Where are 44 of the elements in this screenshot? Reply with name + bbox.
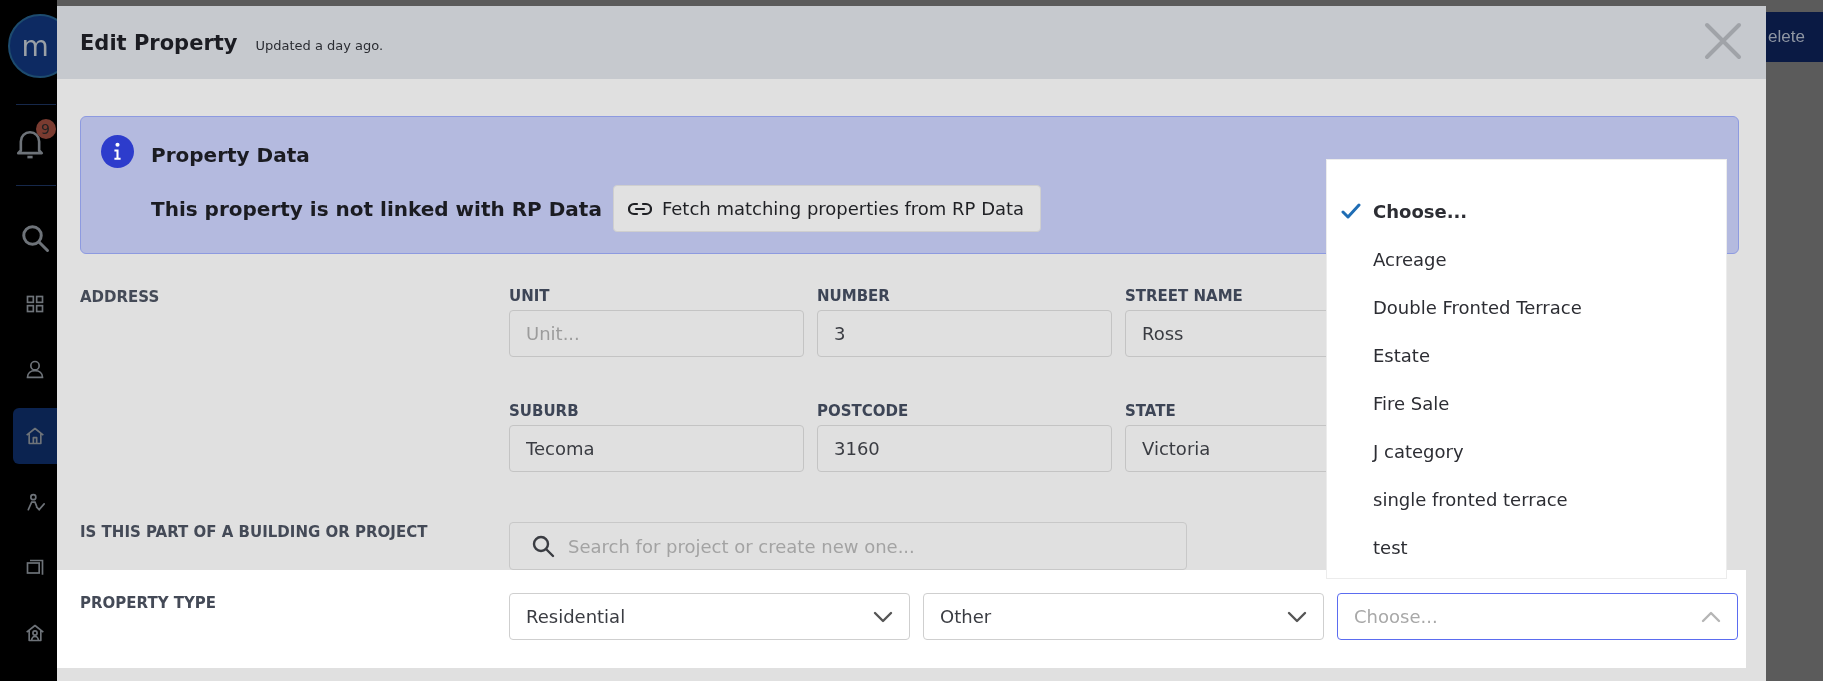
- dropdown-option[interactable]: Acreage: [1327, 235, 1726, 283]
- input-field[interactable]: 3: [817, 310, 1112, 357]
- select-field[interactable]: Residential: [509, 593, 910, 640]
- modal-title: Edit Property: [80, 30, 238, 55]
- input-field[interactable]: Unit...: [509, 310, 804, 357]
- section-label: ADDRESS: [80, 287, 161, 306]
- input-field[interactable]: 3160: [817, 425, 1112, 472]
- dropdown-option[interactable]: Fire Sale: [1327, 379, 1726, 427]
- user-icon: [24, 359, 45, 379]
- window-icon: [24, 558, 45, 578]
- person-check-icon: [24, 493, 45, 513]
- delete-button[interactable]: elete: [1766, 12, 1823, 62]
- chevron-down-icon: [1287, 610, 1307, 623]
- field-label: NUMBER: [817, 287, 890, 305]
- house-user-icon: [24, 623, 45, 643]
- chevron-down-icon: [873, 610, 893, 623]
- info-message: This property is not linked with RP Data: [151, 196, 602, 221]
- project-search-field[interactable]: Search for project or create new one...: [509, 522, 1187, 570]
- nav-item[interactable]: [12, 408, 57, 464]
- notification-badge: 9: [35, 119, 56, 139]
- field-label: STREET NAME: [1125, 287, 1243, 305]
- field-label: UNIT: [509, 287, 550, 305]
- field-label: STATE: [1125, 402, 1176, 420]
- info-icon: [101, 135, 134, 168]
- check-icon: [1341, 203, 1361, 219]
- info-title: Property Data: [151, 142, 311, 167]
- grid-icon: [24, 294, 45, 314]
- chevron-up-icon: [1701, 610, 1721, 623]
- input-field[interactable]: Tecoma: [509, 425, 804, 472]
- link-icon: [627, 201, 652, 216]
- dropdown-option[interactable]: Choose...: [1327, 187, 1726, 235]
- section-label: PROPERTY TYPE: [80, 593, 218, 612]
- section-label: IS THIS PART OF A BUILDING OR PROJECT: [80, 522, 429, 541]
- updated-text: Updated a day ago.: [255, 38, 384, 53]
- select-field[interactable]: Other: [923, 593, 1324, 640]
- logo[interactable]: m: [7, 14, 57, 78]
- fetch-button[interactable]: Fetch matching properties from RP Data: [612, 185, 1042, 232]
- field-label: SUBURB: [509, 402, 579, 420]
- dropdown-option[interactable]: test: [1327, 523, 1726, 571]
- field-label: POSTCODE: [817, 402, 909, 420]
- home-icon: [24, 426, 45, 446]
- search-icon: [19, 223, 50, 253]
- dropdown-option[interactable]: single fronted terrace: [1327, 475, 1726, 523]
- search-icon: [531, 534, 555, 558]
